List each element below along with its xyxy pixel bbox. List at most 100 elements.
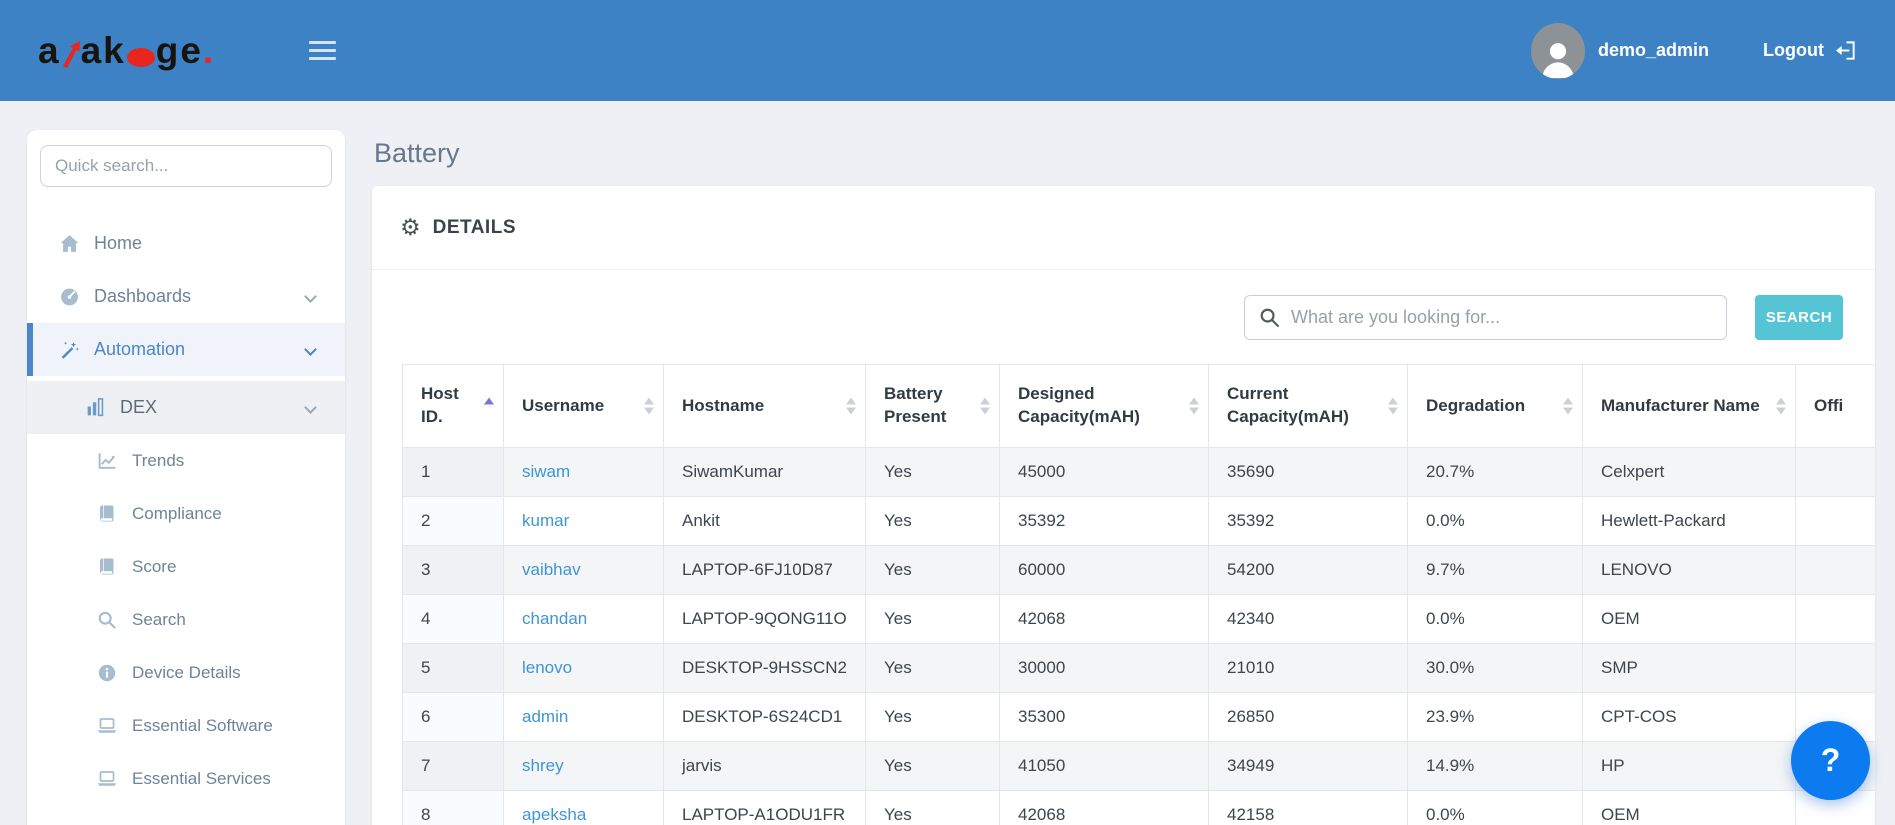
sidebar-item-compliance[interactable]: Compliance bbox=[27, 487, 345, 540]
username-link[interactable]: kumar bbox=[522, 511, 569, 530]
sort-icon bbox=[644, 397, 654, 415]
sidebar-item-home[interactable]: Home bbox=[27, 217, 345, 270]
help-button[interactable]: ? bbox=[1791, 721, 1870, 800]
logout-icon bbox=[1836, 41, 1855, 60]
cell-offi bbox=[1795, 496, 1875, 546]
logo-text: ge bbox=[155, 30, 203, 71]
cell-designed-capacity: 30000 bbox=[999, 643, 1209, 693]
column-header-battery-present[interactable]: Battery Present bbox=[865, 364, 1000, 448]
quick-search-input[interactable] bbox=[40, 145, 332, 187]
gear-icon: ⚙︎ bbox=[400, 214, 421, 240]
cell-degradation: 0.0% bbox=[1407, 594, 1583, 644]
laptop-icon bbox=[95, 768, 119, 789]
cell-offi bbox=[1795, 447, 1875, 497]
logo-arrow-icon bbox=[62, 41, 80, 68]
cell-current-capacity: 34949 bbox=[1208, 741, 1408, 791]
details-card: ⚙︎ DETAILS SEARCH Host ID.UsernameHostna… bbox=[372, 186, 1875, 825]
sidebar-item-label: Automation bbox=[94, 339, 186, 359]
chevron-down-icon bbox=[304, 401, 317, 414]
card-header: ⚙︎ DETAILS bbox=[372, 186, 1875, 270]
user-avatar[interactable] bbox=[1530, 22, 1585, 79]
column-header-degradation[interactable]: Degradation bbox=[1407, 364, 1583, 448]
sidebar-item-label: Essential Software bbox=[132, 715, 273, 735]
cell-designed-capacity: 35392 bbox=[999, 496, 1209, 546]
sidebar-item-label: Compliance bbox=[132, 503, 222, 523]
logout-button[interactable]: Logout bbox=[1763, 39, 1857, 62]
sidebar-item-label: Score bbox=[132, 556, 177, 576]
cell-manufacturer-name: Hewlett-Packard bbox=[1582, 496, 1796, 546]
cell-battery-present: Yes bbox=[865, 790, 1000, 825]
cell-offi bbox=[1795, 594, 1875, 644]
chevron-down-icon bbox=[304, 343, 317, 356]
sort-icon bbox=[846, 397, 856, 415]
battery-table-wrap[interactable]: Host ID. Username Hostname Battery Present D… bbox=[402, 364, 1875, 825]
cell-current-capacity: 35690 bbox=[1208, 447, 1408, 497]
bar-chart-icon bbox=[83, 397, 107, 418]
magnifier-icon bbox=[95, 610, 119, 630]
sidebar-item-device-details[interactable]: Device Details bbox=[27, 646, 345, 699]
column-header-designed-capacity[interactable]: Designed Capacity(mAH) bbox=[999, 364, 1209, 448]
column-header-hostname[interactable]: Hostname bbox=[663, 364, 866, 448]
column-header-offi[interactable]: Offi bbox=[1795, 364, 1875, 448]
sidebar-item-essential-software[interactable]: Essential Software bbox=[27, 699, 345, 752]
sort-icon bbox=[1563, 397, 1573, 415]
sort-icon bbox=[1388, 397, 1398, 415]
cell-host-id: 6 bbox=[402, 692, 504, 742]
username-link[interactable]: shrey bbox=[522, 756, 564, 775]
username-link[interactable]: siwam bbox=[522, 462, 570, 481]
cell-username: vaibhav bbox=[503, 545, 664, 595]
sidebar: Home Dashboards Automation DEX Trends Complia… bbox=[27, 130, 345, 825]
cell-manufacturer-name: Celxpert bbox=[1582, 447, 1796, 497]
cell-current-capacity: 35392 bbox=[1208, 496, 1408, 546]
cell-degradation: 0.0% bbox=[1407, 790, 1583, 825]
user-name: demo_admin bbox=[1597, 40, 1710, 60]
column-header-username[interactable]: Username bbox=[503, 364, 664, 448]
cell-hostname: SiwamKumar bbox=[663, 447, 866, 497]
sidebar-item-dex[interactable]: DEX bbox=[27, 381, 345, 434]
sidebar-item-trends[interactable]: Trends bbox=[27, 434, 345, 487]
username-link[interactable]: vaibhav bbox=[522, 560, 581, 579]
table-row: 3 vaibhav LAPTOP-6FJ10D87 Yes 60000 54200 9.7%… bbox=[402, 545, 1875, 595]
logo-o-icon bbox=[126, 48, 155, 67]
username-link[interactable]: chandan bbox=[522, 609, 587, 628]
table-row: 1 siwam SiwamKumar Yes 45000 35690 20.7% Celxpe… bbox=[402, 447, 1875, 497]
sidebar-item-automation[interactable]: Automation bbox=[27, 323, 345, 376]
cell-host-id: 8 bbox=[402, 790, 504, 825]
cell-hostname: DESKTOP-6S24CD1 bbox=[663, 692, 866, 742]
sidebar-item-score[interactable]: Score bbox=[27, 540, 345, 593]
sidebar-menu: Home Dashboards Automation DEX Trends Complia… bbox=[27, 217, 345, 805]
cell-designed-capacity: 45000 bbox=[999, 447, 1209, 497]
column-header-host-id[interactable]: Host ID. bbox=[402, 364, 504, 448]
sort-icon bbox=[980, 397, 990, 415]
table-search-input[interactable] bbox=[1244, 294, 1727, 340]
cell-username: shrey bbox=[503, 741, 664, 791]
chevron-down-icon bbox=[304, 290, 317, 303]
hamburger-menu-icon[interactable] bbox=[309, 36, 337, 65]
cell-host-id: 7 bbox=[402, 741, 504, 791]
table-search-row: SEARCH bbox=[372, 270, 1875, 364]
column-header-manufacturer-name[interactable]: Manufacturer Name bbox=[1582, 364, 1796, 448]
cell-offi bbox=[1795, 643, 1875, 693]
table-row: 6 admin DESKTOP-6S24CD1 Yes 35300 26850 23.9% C… bbox=[402, 692, 1875, 742]
column-header-current-capacity[interactable]: Current Capacity(mAH) bbox=[1208, 364, 1408, 448]
cell-offi bbox=[1795, 545, 1875, 595]
anakage-logo[interactable]: a ak ge . bbox=[38, 32, 213, 69]
search-button[interactable]: SEARCH bbox=[1755, 294, 1843, 340]
cell-manufacturer-name: LENOVO bbox=[1582, 545, 1796, 595]
cell-degradation: 30.0% bbox=[1407, 643, 1583, 693]
sidebar-item-essential-services[interactable]: Essential Services bbox=[27, 752, 345, 805]
username-link[interactable]: apeksha bbox=[522, 805, 586, 824]
sidebar-item-search[interactable]: Search bbox=[27, 593, 345, 646]
page-title: Battery bbox=[374, 138, 460, 168]
cell-username: siwam bbox=[503, 447, 664, 497]
cell-degradation: 20.7% bbox=[1407, 447, 1583, 497]
table-row: 4 chandan LAPTOP-9QONG11O Yes 42068 42340 0.0%… bbox=[402, 594, 1875, 644]
username-link[interactable]: lenovo bbox=[522, 658, 572, 677]
cell-host-id: 5 bbox=[402, 643, 504, 693]
cell-designed-capacity: 42068 bbox=[999, 790, 1209, 825]
cell-degradation: 23.9% bbox=[1407, 692, 1583, 742]
username-link[interactable]: admin bbox=[522, 707, 568, 726]
sort-icon bbox=[1189, 397, 1199, 415]
sidebar-item-dashboards[interactable]: Dashboards bbox=[27, 270, 345, 323]
info-icon bbox=[95, 663, 119, 683]
